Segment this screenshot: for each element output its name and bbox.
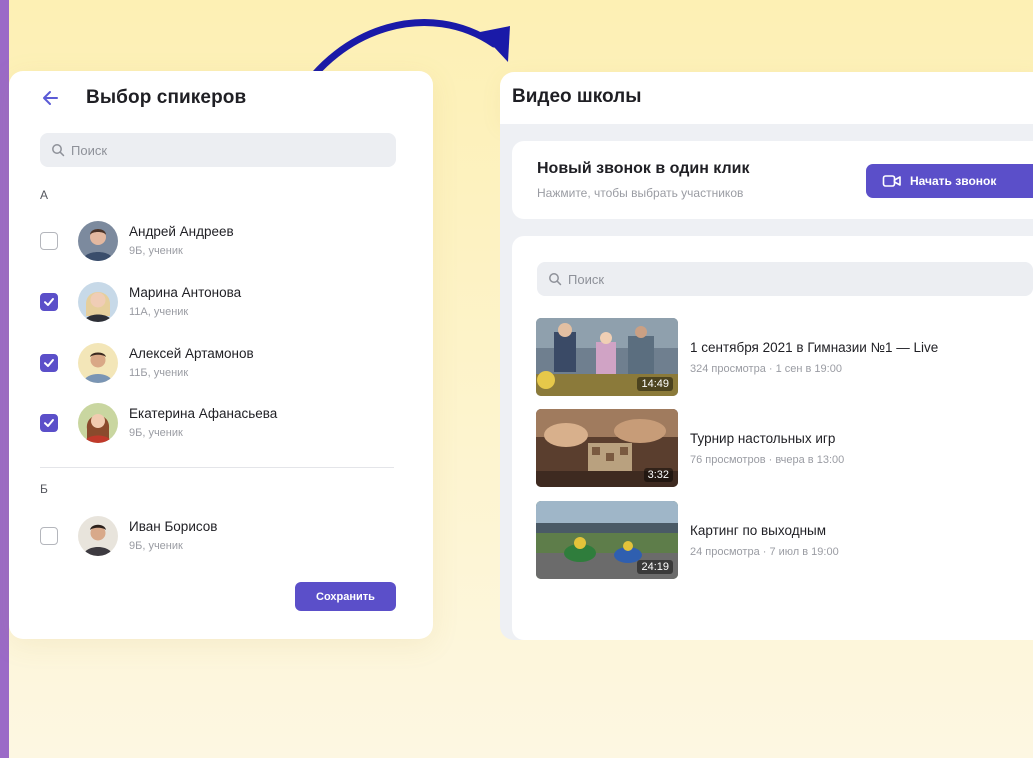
checkbox[interactable] <box>40 354 58 372</box>
video-duration: 14:49 <box>637 377 673 391</box>
search-icon <box>549 273 562 286</box>
person-name: Иван Борисов <box>129 519 218 534</box>
check-icon <box>44 419 54 427</box>
new-call-subtitle: Нажмите, чтобы выбрать участников <box>537 186 744 200</box>
person-subtitle: 9Б, ученик <box>129 540 183 552</box>
person-row[interactable]: Екатерина Афанасьева 9Б, ученик <box>40 401 400 445</box>
arrow-left-icon[interactable] <box>40 87 62 109</box>
video-meta: 324 просмотра · 1 сен в 19:00 <box>690 363 842 375</box>
person-row[interactable]: Алексей Артамонов 11Б, ученик <box>40 341 400 385</box>
avatar <box>78 403 118 443</box>
checkbox[interactable] <box>40 232 58 250</box>
avatar <box>78 516 118 556</box>
check-icon <box>44 359 54 367</box>
person-name: Андрей Андреев <box>129 224 234 239</box>
group-divider <box>40 467 394 468</box>
video-thumbnail[interactable]: 24:19 <box>536 501 678 579</box>
person-subtitle: 11Б, ученик <box>129 367 189 379</box>
person-row[interactable]: Иван Борисов 9Б, ученик <box>40 514 400 558</box>
person-name: Екатерина Афанасьева <box>129 406 278 421</box>
video-item[interactable]: 14:49 1 сентября 2021 в Гимназии №1 — Li… <box>536 318 1026 396</box>
video-thumbnail[interactable]: 14:49 <box>536 318 678 396</box>
video-meta: 24 просмотра · 7 июл в 19:00 <box>690 546 839 558</box>
person-row[interactable]: Андрей Андреев 9Б, ученик <box>40 219 400 263</box>
start-call-button[interactable]: Начать звонок <box>866 164 1033 198</box>
speaker-search-input[interactable] <box>71 142 351 158</box>
save-button[interactable]: Сохранить <box>295 582 396 611</box>
checkbox[interactable] <box>40 293 58 311</box>
person-subtitle: 11А, ученик <box>129 306 189 318</box>
page-title: Выбор спикеров <box>86 87 247 108</box>
video-meta: 76 просмотров · вчера в 13:00 <box>690 454 845 466</box>
check-icon <box>44 298 54 306</box>
video-title: 1 сентября 2021 в Гимназии №1 — Live <box>690 340 939 355</box>
video-duration: 24:19 <box>637 560 673 574</box>
video-duration: 3:32 <box>643 468 673 482</box>
person-name: Марина Антонова <box>129 285 242 300</box>
avatar <box>78 221 118 261</box>
group-letter-a: А <box>40 188 49 202</box>
video-search-field[interactable] <box>537 262 1033 296</box>
checkbox[interactable] <box>40 527 58 545</box>
speaker-search-field[interactable] <box>40 133 396 167</box>
video-title: Турнир настольных игр <box>690 431 836 446</box>
person-subtitle: 9Б, ученик <box>129 245 183 257</box>
person-row[interactable]: Марина Антонова 11А, ученик <box>40 280 400 324</box>
search-icon <box>52 144 65 157</box>
video-title: Картинг по выходным <box>690 523 827 538</box>
video-search-input[interactable] <box>568 271 848 287</box>
video-item[interactable]: 24:19 Картинг по выходным 24 просмотра ·… <box>536 501 1026 579</box>
page-title: Видео школы <box>512 86 642 107</box>
new-call-title: Новый звонок в один клик <box>537 160 750 177</box>
video-camera-icon <box>882 175 901 187</box>
checkbox[interactable] <box>40 414 58 432</box>
group-letter-b: Б <box>40 482 48 496</box>
person-name: Алексей Артамонов <box>129 346 254 361</box>
left-decor-stripe <box>0 0 9 758</box>
video-item[interactable]: 3:32 Турнир настольных игр 76 просмотров… <box>536 409 1026 487</box>
person-subtitle: 9Б, ученик <box>129 427 183 439</box>
speaker-selection-header: Выбор спикеров <box>40 84 246 112</box>
start-call-label: Начать звонок <box>910 174 997 188</box>
avatar <box>78 282 118 322</box>
avatar <box>78 343 118 383</box>
video-thumbnail[interactable]: 3:32 <box>536 409 678 487</box>
